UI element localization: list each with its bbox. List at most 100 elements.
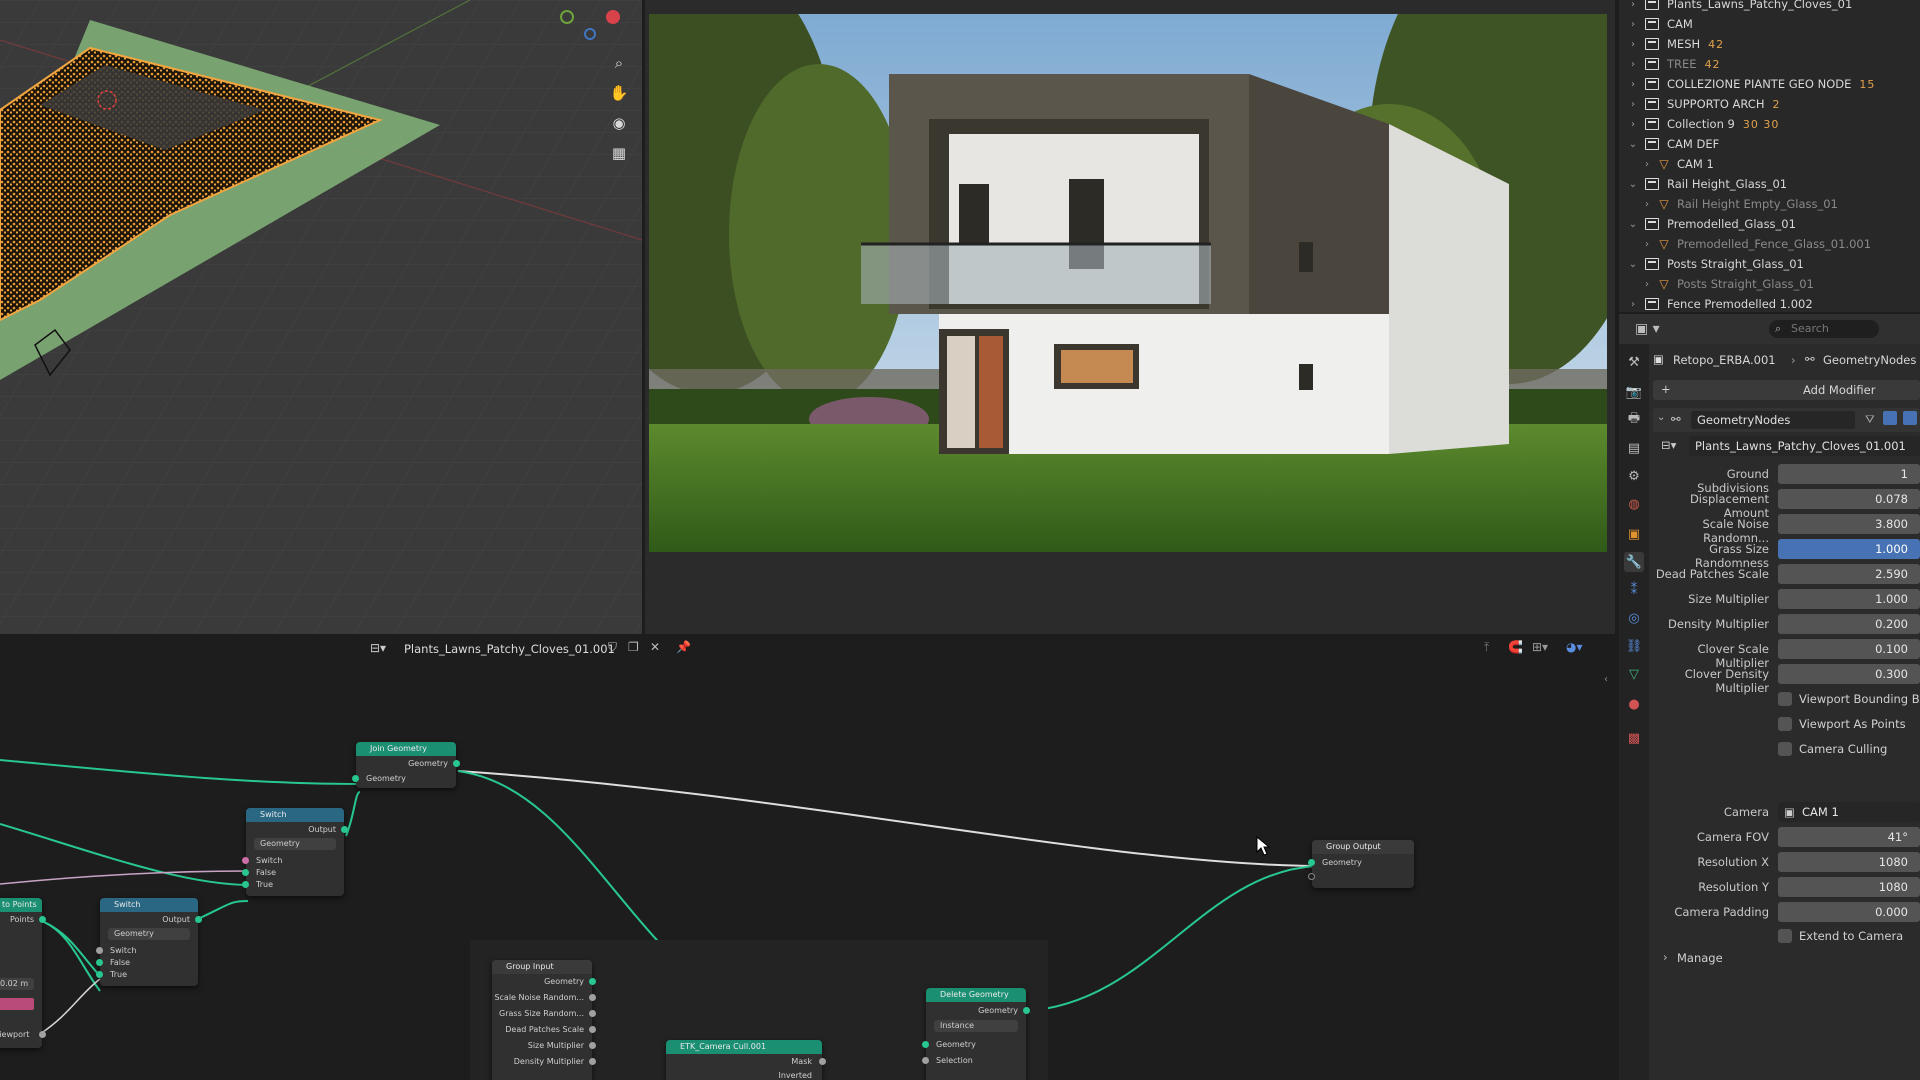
switch-node-1[interactable]: Switch Output Geometry Switch False True xyxy=(242,808,348,896)
camera-cull-mask-socket[interactable] xyxy=(819,1058,826,1065)
material-tab-icon[interactable]: ● xyxy=(1624,694,1644,714)
outliner-item[interactable]: ⌄ Posts Straight_Glass_01 xyxy=(1619,254,1920,274)
group-input-socket-1[interactable] xyxy=(589,994,596,1001)
switch-2-out-socket[interactable] xyxy=(195,916,202,923)
outliner-item[interactable]: ⌄ Premodelled_Glass_01 xyxy=(1619,214,1920,234)
group-input-socket-5[interactable] xyxy=(589,1058,596,1065)
modifier-name-field[interactable]: GeometryNodes xyxy=(1691,411,1855,429)
modifier-tab-icon[interactable]: 🔧 xyxy=(1624,552,1644,572)
switch-2-true-socket[interactable] xyxy=(96,971,103,978)
group-output-empty-socket[interactable] xyxy=(1308,873,1315,880)
outliner-item[interactable]: › ▽ Posts Straight_Glass_01 xyxy=(1619,274,1920,294)
switch-node-2[interactable]: Switch Output Geometry Switch False True xyxy=(96,898,202,986)
outliner-item[interactable]: › COLLEZIONE PIANTE GEO NODE 15 xyxy=(1619,74,1920,94)
switch-1-true-socket[interactable] xyxy=(242,881,249,888)
outliner[interactable]: › Plants_Lawns_Patchy_Cloves_01 › CAM › MESH 4… xyxy=(1619,0,1920,312)
switch-1-out-socket[interactable] xyxy=(341,826,348,833)
constraints-tab-icon[interactable]: ⛓ xyxy=(1624,636,1644,656)
checkbox[interactable] xyxy=(1778,692,1792,706)
realtime-icon[interactable] xyxy=(1903,411,1917,425)
add-modifier-button[interactable]: + Add Modifier xyxy=(1653,380,1920,400)
expand-right-icon[interactable]: › xyxy=(1627,299,1639,310)
camera-input-field[interactable]: 0.000 xyxy=(1778,902,1920,922)
extend-to-camera-checkbox[interactable] xyxy=(1778,929,1792,943)
expand-right-icon[interactable]: › xyxy=(1627,19,1639,30)
camera-field[interactable]: ▣ CAM 1 xyxy=(1778,802,1920,822)
expand-right-icon[interactable]: › xyxy=(1641,239,1653,250)
modifier-input-field[interactable]: 1.000 xyxy=(1778,539,1920,559)
pan-hand-icon[interactable]: ✋ xyxy=(606,80,632,106)
expand-down-icon[interactable]: ⌄ xyxy=(1627,139,1639,150)
physics-tab-icon[interactable]: ◎ xyxy=(1624,608,1644,628)
zoom-icon[interactable]: ⌕ xyxy=(606,50,632,76)
expand-down-icon[interactable]: ⌄ xyxy=(1627,259,1639,270)
output-tab-icon[interactable]: 🖶 xyxy=(1624,410,1644,430)
modifier-input-field[interactable]: 3.800 xyxy=(1778,514,1920,534)
funnel-icon[interactable]: ⛛ xyxy=(1865,412,1875,427)
outliner-item[interactable]: › ▽ CAM 1 xyxy=(1619,154,1920,174)
modifier-input-field[interactable]: 0.100 xyxy=(1778,639,1920,659)
to-points-radius-field[interactable]: 0.02 m xyxy=(0,978,34,990)
switch-1-false-socket[interactable] xyxy=(242,869,249,876)
delete-geometry-node[interactable]: Delete Geometry Geometry Instance Geomet… xyxy=(922,988,1030,1080)
outliner-item[interactable]: ⌄ CAM DEF xyxy=(1619,134,1920,154)
node-group-selector[interactable]: ⊟▾ Plants_Lawns_Patchy_Cloves_01.001 xyxy=(1653,436,1920,456)
switch-1-type-dropdown[interactable]: Geometry xyxy=(254,838,336,850)
outliner-item[interactable]: › ▽ Rail Height Empty_Glass_01 xyxy=(1619,194,1920,214)
switch-2-switch-socket[interactable] xyxy=(96,947,103,954)
expand-down-icon[interactable]: ⌄ xyxy=(1627,219,1639,230)
modifier-input-field[interactable]: 0.200 xyxy=(1778,614,1920,634)
modifier-input-field[interactable]: 1 xyxy=(1778,464,1920,484)
expand-right-icon[interactable]: › xyxy=(1627,0,1639,10)
expand-right-icon[interactable]: › xyxy=(1627,79,1639,90)
delete-selection-in-socket[interactable] xyxy=(922,1057,929,1064)
join-out-socket[interactable] xyxy=(453,760,460,767)
delete-out-socket[interactable] xyxy=(1023,1007,1030,1014)
manage-subpanel[interactable]: › Manage xyxy=(1653,948,1920,968)
scene-tab-icon[interactable]: ⚙ xyxy=(1624,466,1644,486)
outliner-item[interactable]: › Fence Premodelled 1.002 xyxy=(1619,294,1920,312)
group-input-socket-2[interactable] xyxy=(589,1010,596,1017)
switch-1-switch-socket[interactable] xyxy=(242,857,249,864)
editor-type-icon[interactable]: ▣ ▾ xyxy=(1635,321,1660,337)
switch-2-type-dropdown[interactable]: Geometry xyxy=(108,928,190,940)
properties-editor[interactable]: ▣ ▾ ⌕ Search ⚒ 📷 🖶 ▤ ⚙ ◍ ▣ 🔧 ⁑ ◎ ⛓ ▽ ● ▩ xyxy=(1619,314,1920,1080)
join-in-socket[interactable] xyxy=(352,775,359,782)
camera-cull-node[interactable]: ETK_Camera Cull.001 Mask Inverted xyxy=(666,1040,826,1080)
camera-input-field[interactable]: 41° xyxy=(1778,827,1920,847)
outliner-item[interactable]: › CAM xyxy=(1619,14,1920,34)
world-tab-icon[interactable]: ◍ xyxy=(1624,494,1644,514)
texture-tab-icon[interactable]: ▩ xyxy=(1624,728,1644,748)
outliner-item[interactable]: › Collection 9 30 30 xyxy=(1619,114,1920,134)
camera-input-field[interactable]: 1080 xyxy=(1778,852,1920,872)
data-tab-icon[interactable]: ▽ xyxy=(1624,664,1644,684)
group-input-geometry-socket[interactable] xyxy=(589,978,596,985)
object-tab-icon[interactable]: ▣ xyxy=(1624,524,1644,544)
expand-right-icon[interactable]: › xyxy=(1627,59,1639,70)
outliner-item[interactable]: › TREE 42 xyxy=(1619,54,1920,74)
to-points-viewport-socket[interactable] xyxy=(39,1031,46,1038)
outliner-item[interactable]: › MESH 42 xyxy=(1619,34,1920,54)
expand-right-icon[interactable]: › xyxy=(1627,39,1639,50)
expand-right-icon[interactable]: › xyxy=(1627,99,1639,110)
modifier-input-field[interactable]: 2.590 xyxy=(1778,564,1920,584)
modifier-input-field[interactable]: 0.078 xyxy=(1778,489,1920,509)
modifier-header[interactable]: ⌄ ⚯ GeometryNodes ⛛ xyxy=(1653,408,1920,432)
render-view[interactable] xyxy=(645,0,1615,634)
switch-2-false-socket[interactable] xyxy=(96,959,103,966)
checkbox[interactable] xyxy=(1778,717,1792,731)
outliner-item[interactable]: › ▽ Premodelled_Fence_Glass_01.001 xyxy=(1619,234,1920,254)
expand-right-icon[interactable]: › xyxy=(1641,159,1653,170)
ortho-grid-icon[interactable]: ▦ xyxy=(606,140,632,166)
to-points-out-socket[interactable] xyxy=(39,916,46,923)
to-points-node[interactable]: to Points Points 0.02 m Viewport xyxy=(0,898,46,1048)
join-geometry-node[interactable]: Join Geometry Geometry Geometry xyxy=(352,742,460,788)
modifier-input-field[interactable]: 0.300 xyxy=(1778,664,1920,684)
delete-geometry-in-socket[interactable] xyxy=(922,1041,929,1048)
camera-view-icon[interactable]: ◉ xyxy=(606,110,632,136)
view-layer-tab-icon[interactable]: ▤ xyxy=(1624,438,1644,458)
group-output-geometry-socket[interactable] xyxy=(1308,859,1315,866)
group-input-socket-3[interactable] xyxy=(589,1026,596,1033)
outliner-item[interactable]: › SUPPORTO ARCH 2 xyxy=(1619,94,1920,114)
checkbox[interactable] xyxy=(1778,742,1792,756)
